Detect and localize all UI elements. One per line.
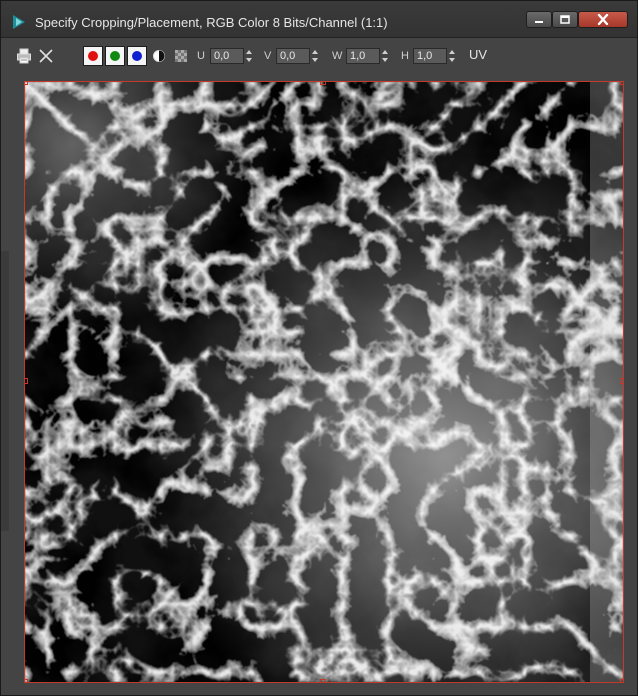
crop-region[interactable] xyxy=(24,81,624,683)
red-channel-button[interactable] xyxy=(83,46,103,66)
v-input[interactable]: 0,0 xyxy=(276,48,310,64)
chevron-down-icon xyxy=(382,58,388,62)
minimize-icon xyxy=(535,20,543,23)
clear-button[interactable] xyxy=(37,47,55,65)
w-label: W xyxy=(332,50,343,62)
crop-handle-bottom[interactable] xyxy=(320,679,326,682)
chevron-down-icon xyxy=(449,58,455,62)
crop-handle-right[interactable] xyxy=(620,378,623,384)
crop-handle-top-right[interactable] xyxy=(620,82,623,85)
close-x-icon xyxy=(39,49,53,63)
blue-channel-button[interactable] xyxy=(127,46,147,66)
h-input[interactable]: 1,0 xyxy=(413,48,447,64)
u-input[interactable]: 0,0 xyxy=(210,48,244,64)
alpha-toggle-button[interactable] xyxy=(173,48,189,64)
green-channel-dot xyxy=(110,51,120,61)
v-label: V xyxy=(264,50,272,62)
blue-channel-dot xyxy=(132,51,142,61)
close-icon xyxy=(597,14,609,25)
crop-handle-top-left[interactable] xyxy=(25,82,28,85)
crop-handle-top[interactable] xyxy=(320,82,326,85)
window-title: Specify Cropping/Placement, RGB Color 8 … xyxy=(35,15,388,30)
u-spinner-arrows[interactable] xyxy=(244,48,254,64)
mono-toggle-button[interactable] xyxy=(151,48,167,64)
crop-handle-bottom-left[interactable] xyxy=(25,679,28,682)
u-spinner[interactable]: 0,0 xyxy=(210,48,254,64)
crop-placement-window: Specify Cropping/Placement, RGB Color 8 … xyxy=(0,0,638,696)
toolbar: U 0,0 V 0,0 W 1,0 H 1,0 UV xyxy=(1,38,637,76)
chevron-up-icon xyxy=(449,50,455,54)
v-spinner[interactable]: 0,0 xyxy=(276,48,320,64)
w-input[interactable]: 1,0 xyxy=(346,48,380,64)
alpha-checker-icon xyxy=(175,50,187,62)
minimize-button[interactable] xyxy=(526,11,552,28)
mono-toggle-icon xyxy=(153,50,165,62)
maximize-icon xyxy=(560,15,570,24)
background-window-edge xyxy=(1,251,9,531)
texture-preview xyxy=(25,82,623,682)
chevron-down-icon xyxy=(312,58,318,62)
uv-toggle[interactable]: UV xyxy=(469,47,487,62)
h-spinner-arrows[interactable] xyxy=(447,48,457,64)
v-spinner-arrows[interactable] xyxy=(310,48,320,64)
red-channel-dot xyxy=(88,51,98,61)
chevron-down-icon xyxy=(246,58,252,62)
w-spinner-arrows[interactable] xyxy=(380,48,390,64)
close-button[interactable] xyxy=(578,11,628,28)
title-bar[interactable]: Specify Cropping/Placement, RGB Color 8 … xyxy=(1,1,637,38)
crop-handle-bottom-right[interactable] xyxy=(620,679,623,682)
chevron-up-icon xyxy=(312,50,318,54)
app-icon xyxy=(13,15,25,29)
u-label: U xyxy=(197,50,205,62)
w-spinner[interactable]: 1,0 xyxy=(346,48,390,64)
print-icon xyxy=(17,48,31,64)
chevron-up-icon xyxy=(246,50,252,54)
green-channel-button[interactable] xyxy=(105,46,125,66)
maximize-button[interactable] xyxy=(552,11,578,28)
chevron-up-icon xyxy=(382,50,388,54)
h-spinner[interactable]: 1,0 xyxy=(413,48,457,64)
crop-handle-left[interactable] xyxy=(25,378,28,384)
h-label: H xyxy=(401,50,409,62)
print-button[interactable] xyxy=(15,47,33,65)
